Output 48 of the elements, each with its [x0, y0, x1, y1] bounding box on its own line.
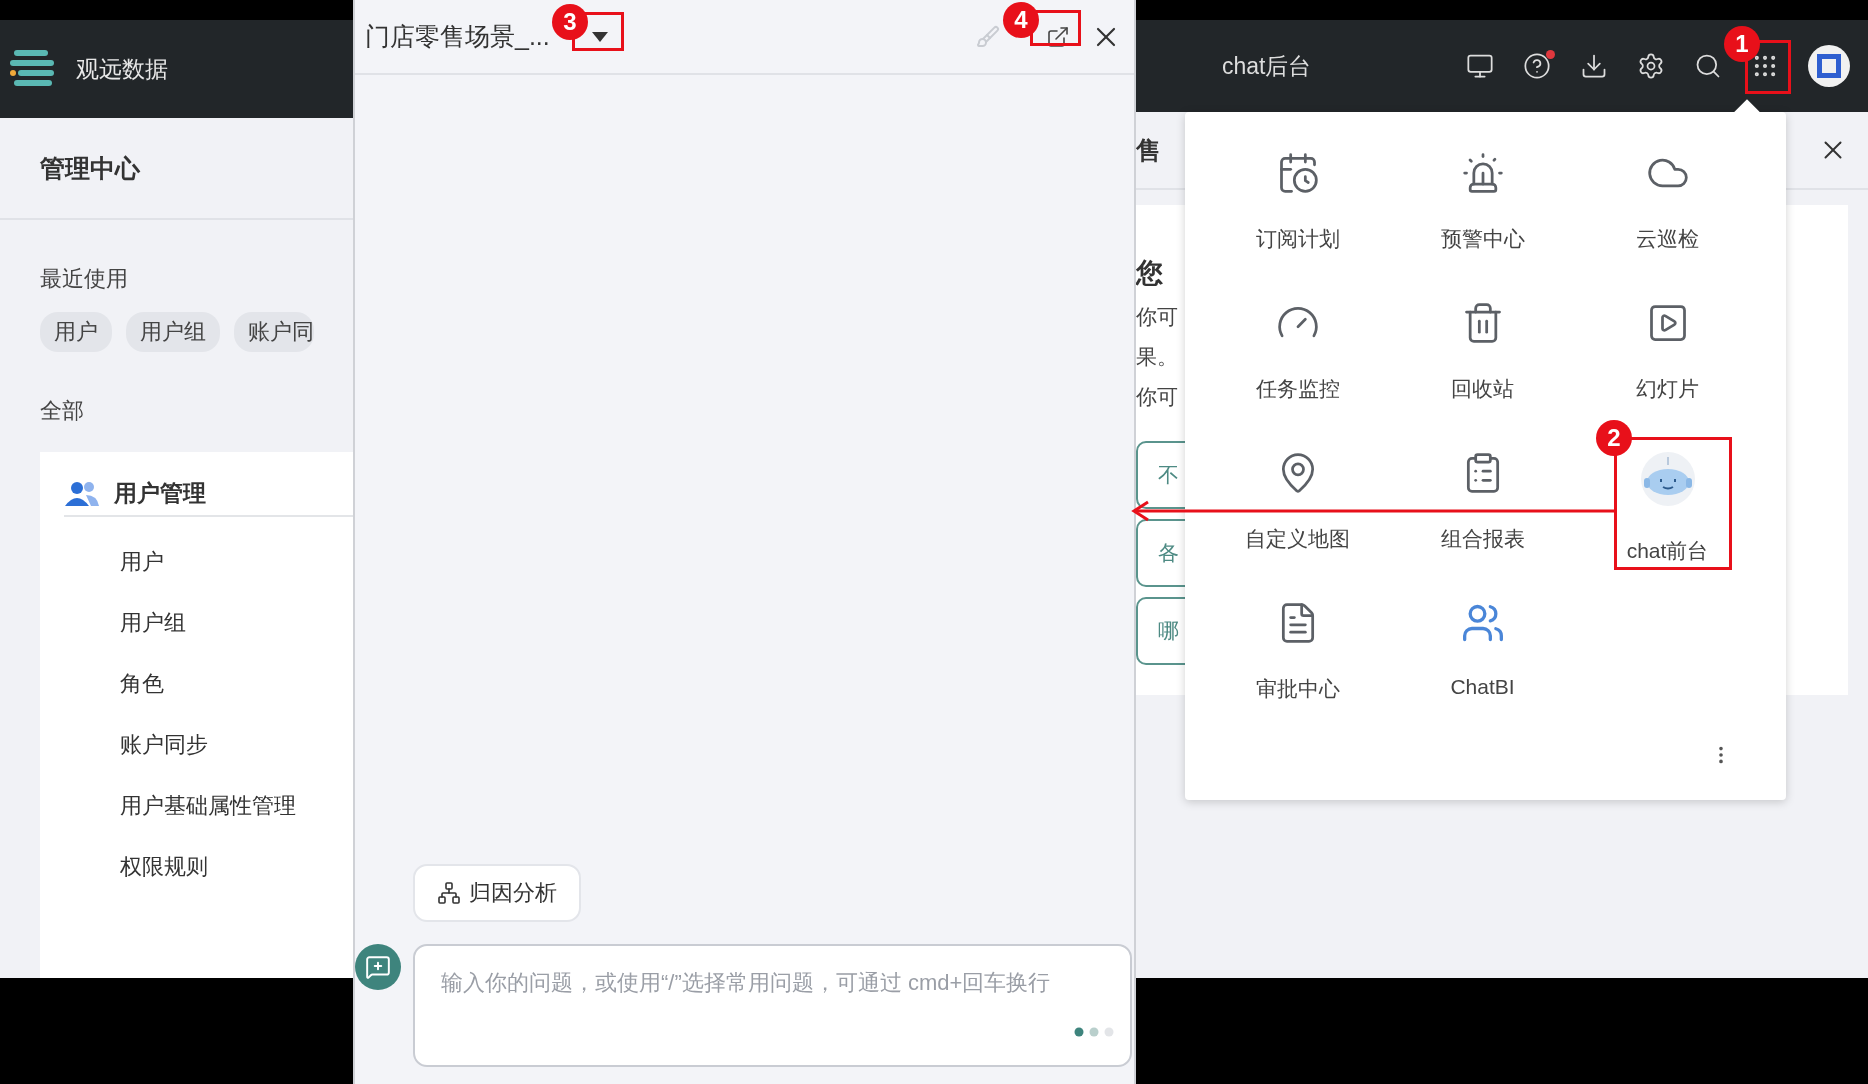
new-chat-button[interactable]	[355, 944, 401, 990]
typing-indicator-icon	[1074, 1027, 1114, 1037]
nav-link[interactable]: chat后台	[1222, 50, 1312, 82]
users-icon	[64, 480, 100, 507]
section-label: 全部	[40, 397, 84, 425]
app-menu-item[interactable]: 预警中心	[1440, 225, 1525, 253]
menu-item[interactable]: 账户同步	[120, 730, 353, 760]
menu-item[interactable]: 用户组	[120, 608, 353, 638]
quick-action-button[interactable]: 归因分析	[413, 864, 581, 922]
app-menu-item[interactable]: 组合报表	[1440, 525, 1525, 553]
external-link-icon[interactable]	[1046, 24, 1070, 49]
page-title: 售	[1136, 134, 1161, 166]
recent-chip[interactable]: 用户	[40, 312, 112, 352]
robot-icon	[1639, 451, 1696, 507]
monitor-icon[interactable]	[1466, 52, 1494, 80]
menu-item[interactable]: 角色	[120, 669, 353, 699]
menu-item[interactable]: 用户	[120, 547, 353, 577]
input-field[interactable]: 输入你的问题，或使用“/”选择常用问题，可通过 cmd+回车换行	[413, 944, 1132, 1067]
avatar[interactable]	[1808, 45, 1850, 87]
dropdown-button[interactable]	[589, 29, 610, 44]
app-menu-item[interactable]: 订阅计划	[1255, 225, 1340, 253]
recent-chip[interactable]: 用户组	[126, 312, 220, 352]
siren-icon	[1460, 151, 1505, 195]
download-icon[interactable]	[1580, 52, 1608, 80]
menu-item[interactable]: 用户基础属性管理	[120, 791, 353, 821]
app-menu-item[interactable]: chat前台	[1626, 537, 1709, 565]
chat-plus-icon	[365, 954, 391, 980]
app-menu-item[interactable]: 幻灯片	[1636, 375, 1699, 403]
hierarchy-icon	[437, 881, 461, 905]
intro-text: 果。	[1136, 344, 1178, 370]
brand-name: 观远数据	[76, 54, 168, 84]
intro-text: 你可	[1136, 384, 1178, 410]
app-menu-item[interactable]: 回收站	[1451, 375, 1514, 403]
app-menu-item[interactable]: 任务监控	[1255, 375, 1340, 403]
app-menu-item[interactable]: 审批中心	[1255, 675, 1340, 703]
intro-text: 你可	[1136, 304, 1178, 330]
app-menu-item[interactable]: ChatBI	[1450, 675, 1515, 699]
greeting-text: 您	[1136, 257, 1163, 290]
group-title: 用户管理	[114, 479, 206, 508]
panel-title: 门店零售场景_...	[365, 21, 550, 52]
app-menu-item[interactable]: 云巡检	[1636, 225, 1699, 253]
app-menu-item[interactable]: 自定义地图	[1245, 525, 1350, 553]
section-label: 最近使用	[40, 265, 128, 293]
menu-item[interactable]: 权限规则	[120, 852, 353, 882]
search-icon[interactable]	[1694, 52, 1722, 80]
settings-icon[interactable]	[1637, 52, 1665, 80]
section-title: 管理中心	[40, 152, 140, 184]
recent-chip[interactable]: 账户同	[234, 312, 314, 352]
